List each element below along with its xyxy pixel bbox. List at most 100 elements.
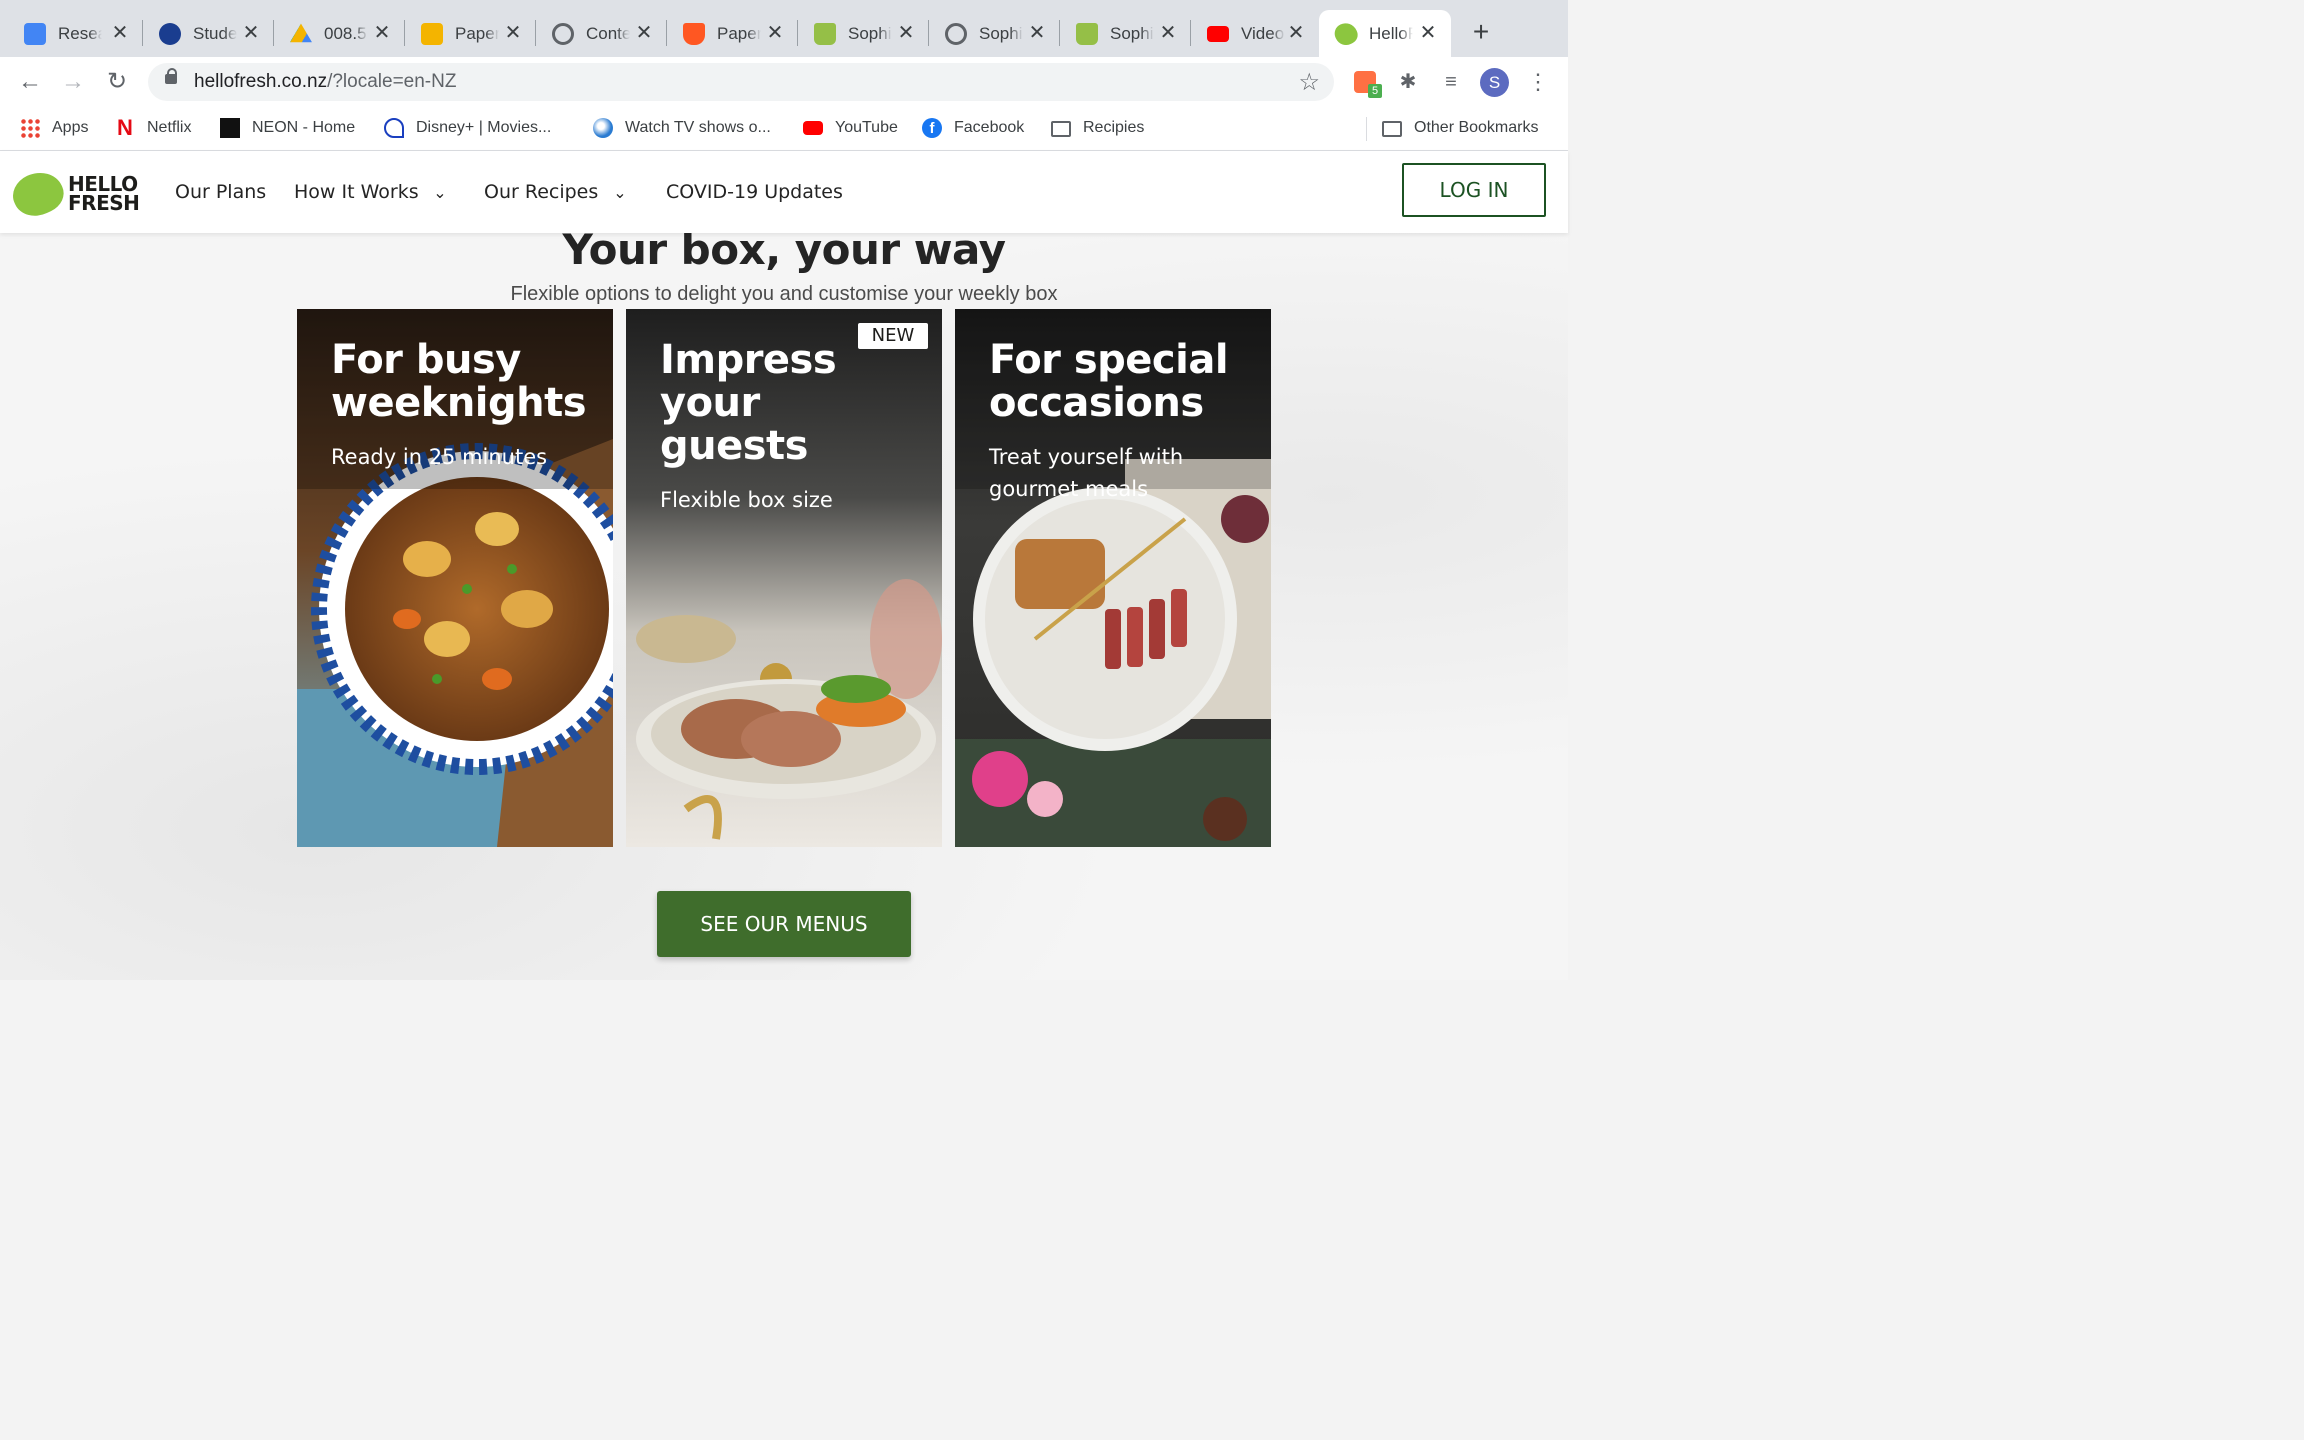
bookmark-apps[interactable]: Apps bbox=[20, 117, 88, 139]
card-heading: For special bbox=[989, 337, 1229, 383]
bookmark-label: Netflix bbox=[147, 119, 192, 136]
bookmarks-bar: Apps N Netflix NEON - Home Disney+ | Mov… bbox=[0, 107, 1568, 151]
tab-title: Research bbox=[58, 23, 102, 43]
card-heading: weeknights bbox=[331, 380, 587, 426]
close-tab-icon[interactable]: ✕ bbox=[1026, 22, 1048, 44]
youtube-icon bbox=[803, 121, 823, 135]
close-tab-icon[interactable]: ✕ bbox=[633, 22, 655, 44]
close-tab-icon[interactable]: ✕ bbox=[109, 22, 131, 44]
tab-title: Student bbox=[193, 23, 237, 43]
bookmark-recipies[interactable]: Recipies bbox=[1051, 117, 1144, 139]
bookmark-label: Recipies bbox=[1083, 119, 1145, 136]
site-header: HELLO FRESH Our Plans How It Works ⌄ Our … bbox=[0, 151, 1568, 233]
lock-icon[interactable] bbox=[165, 68, 177, 84]
bookmark-label: NEON - Home bbox=[252, 119, 356, 136]
card-subtitle: gourmet meals bbox=[989, 477, 1149, 501]
hellofresh-icon bbox=[1331, 18, 1361, 49]
card-heading: guests bbox=[660, 423, 808, 469]
nav-our-recipes[interactable]: Our Recipes bbox=[484, 181, 598, 203]
bookmark-watch-tv[interactable]: Watch TV shows o... bbox=[593, 117, 771, 139]
media-control-icon[interactable]: ≡ bbox=[1438, 69, 1464, 95]
card-subtitle: Treat yourself with bbox=[989, 445, 1184, 469]
neon-icon bbox=[220, 118, 240, 138]
close-tab-icon[interactable]: ✕ bbox=[502, 22, 524, 44]
address-bar[interactable]: hellofresh.co.nz/?locale=en-NZ ☆ bbox=[148, 63, 1334, 101]
nav-our-plans[interactable]: Our Plans bbox=[175, 181, 266, 203]
bookmark-label: Other Bookmarks bbox=[1414, 119, 1539, 136]
close-tab-icon[interactable]: ✕ bbox=[371, 22, 393, 44]
see-our-menus-button[interactable]: SEE OUR MENUS bbox=[657, 891, 911, 957]
card-special-occasions[interactable]: For special occasions Treat yourself with… bbox=[955, 309, 1271, 847]
bookmark-label: Disney+ | Movies... bbox=[416, 119, 552, 136]
bookmark-youtube[interactable]: YouTube bbox=[803, 117, 898, 139]
tab-video[interactable]: Video ✕ bbox=[1191, 10, 1319, 57]
tab-title: HelloFresh bbox=[1369, 23, 1413, 43]
card-heading: occasions bbox=[989, 380, 1204, 426]
tab-title: Paper bbox=[717, 23, 761, 43]
forward-button[interactable]: → bbox=[59, 69, 87, 97]
bookmark-label: YouTube bbox=[835, 119, 898, 136]
lime-logo-icon bbox=[6, 164, 70, 224]
tab-research[interactable]: Research ✕ bbox=[0, 10, 143, 57]
card-busy-weeknights[interactable]: For busy weeknights Ready in 25 minutes bbox=[297, 309, 613, 847]
extensions-puzzle-icon[interactable]: ✱ bbox=[1395, 69, 1421, 95]
new-tab-button[interactable]: + bbox=[1468, 18, 1494, 46]
bookmark-label: Watch TV shows o... bbox=[625, 119, 771, 136]
tab-drive[interactable]: 008.5 ✕ bbox=[274, 10, 405, 57]
profile-avatar[interactable]: S bbox=[1480, 68, 1509, 97]
url-text[interactable]: hellofresh.co.nz/?locale=en-NZ bbox=[194, 71, 456, 93]
nav-covid-updates[interactable]: COVID-19 Updates bbox=[666, 181, 843, 203]
other-bookmarks[interactable]: Other Bookmarks bbox=[1382, 117, 1538, 139]
shopify-icon bbox=[814, 22, 836, 45]
more-menu-icon[interactable]: ⋮ bbox=[1525, 69, 1551, 95]
cup-icon bbox=[683, 22, 705, 45]
folder-icon bbox=[1382, 121, 1402, 137]
globe-icon bbox=[552, 22, 574, 45]
bookmark-star-icon[interactable]: ☆ bbox=[1298, 68, 1320, 97]
tab-sophia-shopify-2[interactable]: Sophia ✕ bbox=[1060, 10, 1191, 57]
card-heading: For busy bbox=[331, 337, 521, 383]
tab-title: Content bbox=[586, 23, 630, 43]
close-tab-icon[interactable]: ✕ bbox=[1417, 22, 1439, 44]
extension-badge: 5 bbox=[1368, 84, 1382, 98]
tab-content[interactable]: Content ✕ bbox=[536, 10, 667, 57]
tab-student[interactable]: Student ✕ bbox=[143, 10, 274, 57]
chevron-down-icon[interactable]: ⌄ bbox=[430, 183, 450, 203]
bookmark-netflix[interactable]: N Netflix bbox=[115, 117, 191, 139]
close-tab-icon[interactable]: ✕ bbox=[764, 22, 786, 44]
folder-icon bbox=[1051, 121, 1071, 137]
tab-title: Paper bbox=[455, 23, 499, 43]
back-button[interactable]: ← bbox=[16, 69, 44, 97]
card-impress-guests[interactable]: NEW Impress your guests Flexible box size bbox=[626, 309, 942, 847]
section-subtitle: Flexible options to delight you and cust… bbox=[510, 283, 1058, 305]
bookmark-neon[interactable]: NEON - Home bbox=[220, 117, 355, 139]
chevron-down-icon[interactable]: ⌄ bbox=[610, 183, 630, 203]
tab-paper-cup[interactable]: Paper ✕ bbox=[667, 10, 798, 57]
reload-button[interactable]: ↻ bbox=[103, 69, 131, 97]
tab-sophia-globe[interactable]: Sophia ✕ bbox=[929, 10, 1060, 57]
bookmark-disney[interactable]: Disney+ | Movies... bbox=[384, 117, 551, 139]
nav-how-it-works[interactable]: How It Works bbox=[294, 181, 419, 203]
facebook-icon: f bbox=[922, 118, 942, 138]
close-tab-icon[interactable]: ✕ bbox=[1285, 22, 1307, 44]
close-tab-icon[interactable]: ✕ bbox=[895, 22, 917, 44]
extension-icon[interactable]: 5 bbox=[1352, 69, 1382, 98]
close-tab-icon[interactable]: ✕ bbox=[1157, 22, 1179, 44]
student-portal-icon bbox=[159, 22, 181, 45]
tab-title: 008.5 bbox=[324, 23, 367, 43]
login-button[interactable]: LOG IN bbox=[1402, 163, 1546, 217]
bookmark-label: Facebook bbox=[954, 119, 1025, 136]
google-slides-icon bbox=[421, 22, 443, 45]
browser-toolbar: ← → ↻ hellofresh.co.nz/?locale=en-NZ ☆ 5… bbox=[0, 57, 1568, 107]
browser-tab-strip: Research ✕ Student ✕ 008.5 ✕ Paper ✕ Con… bbox=[0, 0, 1568, 57]
tab-sophia-shopify[interactable]: Sophia ✕ bbox=[798, 10, 929, 57]
main-content: Your box, your way Flexible options to d… bbox=[0, 225, 1568, 980]
tab-hellofresh-active[interactable]: HelloFresh ✕ bbox=[1319, 10, 1451, 57]
tab-title: Sophia bbox=[848, 23, 892, 43]
tab-title: Sophia bbox=[1110, 23, 1154, 43]
bookmark-facebook[interactable]: f Facebook bbox=[922, 117, 1024, 139]
card-heading: your bbox=[660, 380, 760, 426]
netflix-icon: N bbox=[117, 115, 133, 140]
tab-paper-slides[interactable]: Paper ✕ bbox=[405, 10, 536, 57]
close-tab-icon[interactable]: ✕ bbox=[240, 22, 262, 44]
